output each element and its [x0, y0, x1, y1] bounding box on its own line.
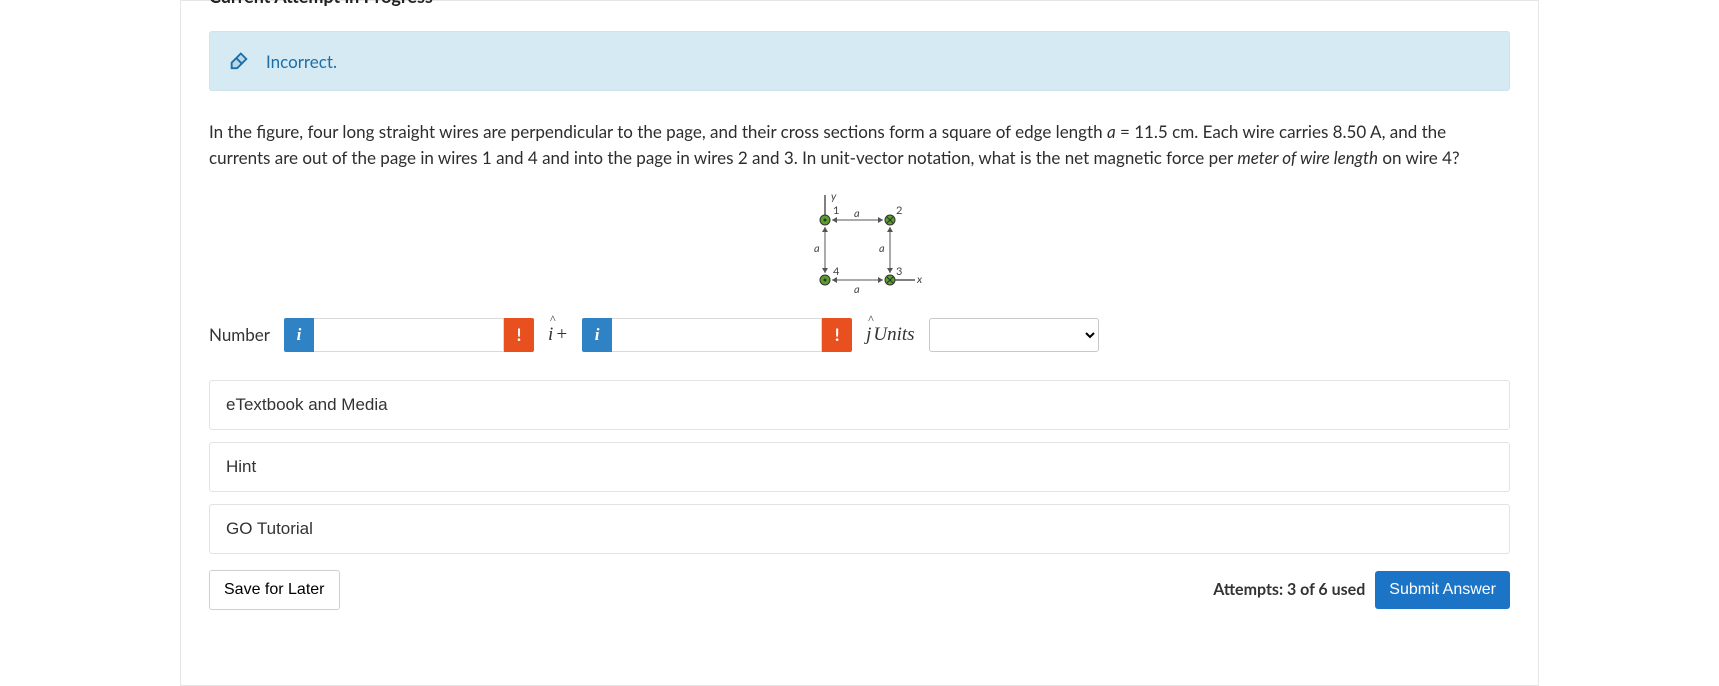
- question-part-3: on wire 4?: [1378, 147, 1460, 168]
- wire-1-label: 1: [833, 204, 839, 217]
- a-label-left: a: [814, 242, 820, 255]
- info-icon[interactable]: i: [284, 318, 314, 352]
- etextbook-media-button[interactable]: eTextbook and Media: [209, 380, 1510, 430]
- j-hat-label: j Units: [862, 324, 918, 346]
- wire-4-label: 4: [833, 265, 840, 278]
- y-axis-label: y: [831, 190, 837, 203]
- question-italic: meter of wire length: [1237, 147, 1378, 168]
- wire-3-label: 3: [896, 265, 902, 278]
- save-for-later-button[interactable]: Save for Later: [209, 570, 340, 610]
- attempts-counter: Attempts: 3 of 6 used: [1213, 580, 1365, 599]
- number-label: Number: [209, 324, 270, 345]
- feedback-text: Incorrect.: [266, 51, 337, 72]
- question-card: Current Attempt in Progress Incorrect. I…: [180, 0, 1539, 686]
- a-label-bottom: a: [854, 283, 860, 296]
- wire-2-label: 2: [896, 204, 902, 217]
- answer-row: Number i ! i + i ! j Units: [209, 318, 1510, 352]
- question-part-1: In the figure, four long straight wires …: [209, 121, 1107, 142]
- hint-button[interactable]: Hint: [209, 442, 1510, 492]
- figure: y 1 2 a a: [209, 190, 1510, 300]
- i-hat-label: i +: [544, 324, 572, 346]
- a-label-right: a: [879, 242, 885, 255]
- question-var-a: a: [1107, 121, 1116, 142]
- warning-icon: !: [504, 318, 534, 352]
- a-label-top: a: [854, 207, 860, 220]
- eraser-icon: [228, 48, 250, 74]
- submit-answer-button[interactable]: Submit Answer: [1375, 571, 1510, 609]
- units-select[interactable]: [929, 318, 1099, 352]
- footer-row: Save for Later Attempts: 3 of 6 used Sub…: [209, 570, 1510, 610]
- question-text: In the figure, four long straight wires …: [209, 119, 1510, 172]
- i-component-input[interactable]: [314, 318, 504, 352]
- wires-diagram: y 1 2 a a: [795, 190, 925, 300]
- j-component-input[interactable]: [612, 318, 822, 352]
- warning-icon: !: [822, 318, 852, 352]
- info-icon[interactable]: i: [582, 318, 612, 352]
- section-title: Current Attempt in Progress: [209, 0, 433, 7]
- x-axis-label: x: [916, 273, 923, 286]
- go-tutorial-button[interactable]: GO Tutorial: [209, 504, 1510, 554]
- feedback-alert: Incorrect.: [209, 31, 1510, 91]
